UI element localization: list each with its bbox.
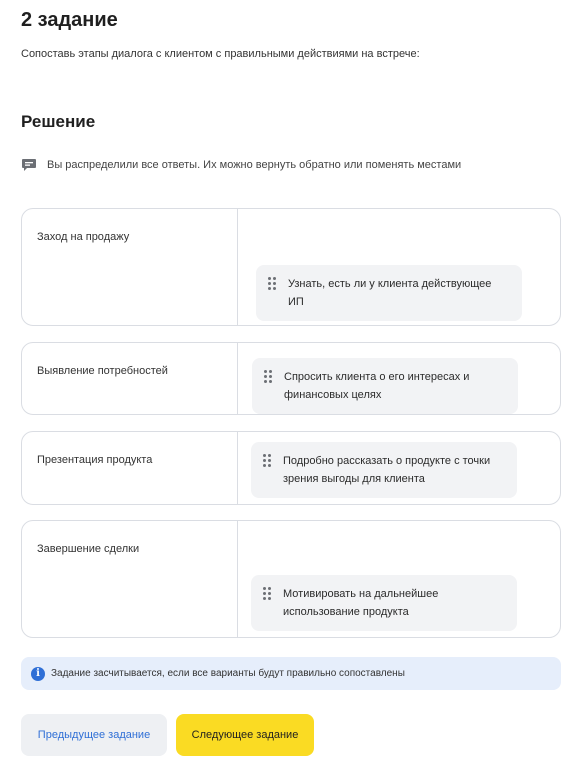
previous-task-button[interactable]: Предыдущее задание [21, 714, 167, 756]
stage-label: Выявление потребностей [37, 365, 168, 377]
match-row: Заход на продажу Узнать, есть ли у клиен… [21, 208, 561, 326]
task-instruction: Сопоставь этапы диалога с клиентом с пра… [21, 48, 420, 60]
drag-handle-icon[interactable] [263, 454, 271, 468]
solution-title: Решение [21, 112, 96, 131]
drag-handle-icon[interactable] [263, 587, 271, 601]
chat-bubble-icon [21, 157, 37, 173]
answer-text: Узнать, есть ли у клиента действующее ИП [288, 278, 492, 308]
match-row: Презентация продукта Подробно рассказать… [21, 431, 561, 505]
answer-chip[interactable]: Мотивировать на дальнейшее использование… [251, 575, 517, 631]
stage-label: Завершение сделки [37, 543, 140, 555]
answer-chip[interactable]: Спросить клиента о его интересах и финан… [252, 358, 518, 414]
answer-text: Подробно рассказать о продукте с точки з… [283, 455, 491, 485]
match-row: Выявление потребностей Спросить клиента … [21, 342, 561, 415]
next-task-button[interactable]: Следующее задание [176, 714, 314, 756]
answer-chip[interactable]: Подробно рассказать о продукте с точки з… [251, 442, 517, 498]
task-title: 2 задание [21, 9, 118, 31]
answer-text: Спросить клиента о его интересах и финан… [284, 371, 470, 401]
answer-text: Мотивировать на дальнейшее использование… [283, 588, 439, 618]
info-text: Задание засчитывается, если все варианты… [51, 668, 405, 679]
row-divider [237, 432, 238, 504]
drag-handle-icon[interactable] [268, 277, 276, 291]
info-icon: i [31, 666, 45, 681]
match-row: Завершение сделки Мотивировать на дальне… [21, 520, 561, 638]
row-divider [237, 209, 238, 325]
row-divider [237, 521, 238, 637]
solution-hint: Вы распределили все ответы. Их можно вер… [21, 157, 461, 173]
stage-label: Заход на продажу [37, 231, 130, 243]
drag-handle-icon[interactable] [264, 370, 272, 384]
info-banner: i Задание засчитывается, если все вариан… [21, 657, 561, 690]
hint-text: Вы распределили все ответы. Их можно вер… [47, 159, 462, 171]
stage-label: Презентация продукта [37, 454, 153, 466]
answer-chip[interactable]: Узнать, есть ли у клиента действующее ИП [256, 265, 522, 321]
row-divider [237, 343, 238, 414]
